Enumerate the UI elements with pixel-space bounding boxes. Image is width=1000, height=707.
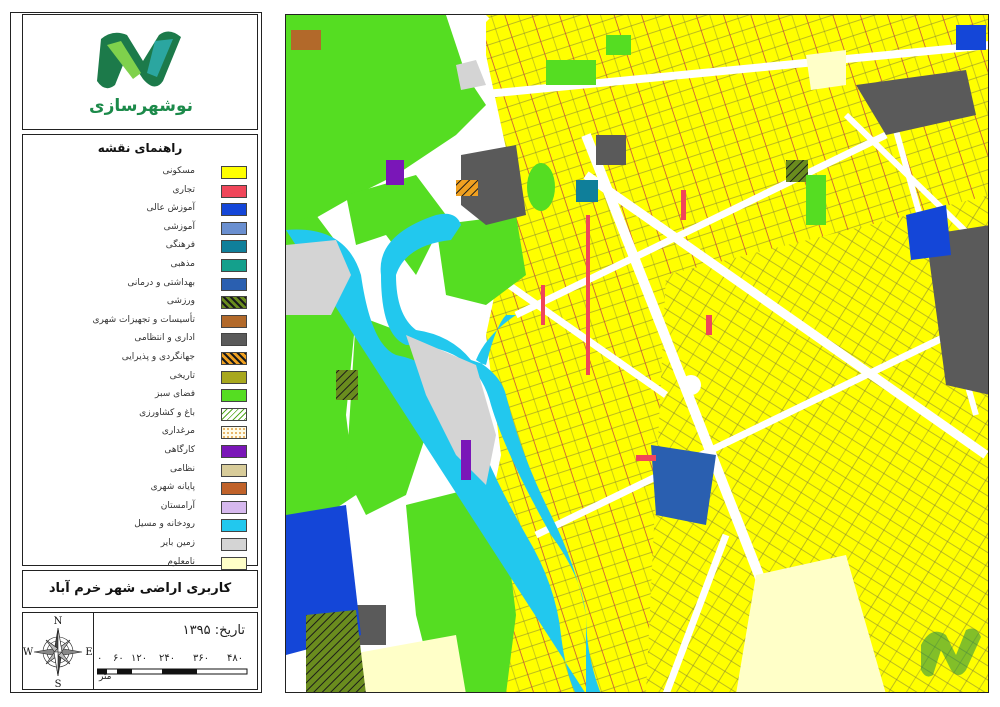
legend-item: باغ و کشاورزی (23, 405, 257, 424)
legend-swatch (221, 296, 247, 310)
map-canvas[interactable] (286, 15, 989, 693)
scale-unit: متر (99, 672, 112, 682)
logo-panel: نوشهرسازی (22, 14, 258, 130)
legend-item: پایانه شهری (23, 479, 257, 498)
legend-label: مذهبی (170, 259, 195, 269)
legend-item: مسکونی (23, 163, 257, 182)
legend-label: باغ و کشاورزی (139, 407, 195, 418)
legend-label: تاریخی (169, 370, 195, 381)
legend-item: ورزشی (23, 293, 257, 312)
legend-swatch (221, 445, 247, 458)
compass-west-label: W (23, 647, 34, 658)
map-info-panel: N S E W تاریخ: ۱۳۹۵ ۰ ۶۰ ۱۲۰ ۲۴۰ ۳۶۰ ۴۸۰… (22, 612, 258, 690)
legend-swatch (221, 538, 247, 551)
sports-field (306, 610, 366, 692)
legend-label: بهداشتی و درمانی (127, 277, 195, 288)
legend-item: کارگاهی (23, 442, 257, 461)
legend-swatch (221, 556, 247, 570)
legend-label: فضای سبز (155, 389, 195, 400)
legend-swatch (221, 333, 247, 347)
roundabout (681, 375, 701, 395)
cultural-site (576, 180, 598, 202)
compass-south-label: S (55, 679, 62, 689)
legend-item: بهداشتی و درمانی (23, 275, 257, 294)
legend-swatch (221, 500, 247, 514)
legend-swatch (221, 314, 247, 328)
legend-label: کارگاهی (164, 445, 195, 455)
legend-item: فرهنگی (23, 237, 257, 256)
legend-swatch (221, 203, 247, 217)
legend-label: جهانگردی و پذیرایی (121, 352, 195, 362)
legend-item: تأسیسات و تجهیزات شهری (23, 312, 257, 331)
legend-label: فرهنگی (165, 240, 195, 251)
legend-item: رودخانه و مسیل (23, 516, 257, 535)
legend-item: آموزشی (23, 219, 257, 238)
scale-tick-label: ۱۲۰ (131, 653, 148, 664)
legend-label: ورزشی (166, 296, 195, 307)
scale-bar (97, 668, 248, 675)
scale-tick-label: ۶۰ (113, 653, 124, 664)
legend-swatch (221, 240, 247, 254)
legend-label: مسکونی (162, 166, 195, 176)
legend-swatch (221, 519, 247, 533)
legend-swatch (221, 482, 247, 496)
legend-label: تأسیسات و تجهیزات شهری (92, 314, 196, 325)
legend-label: اداری و انتظامی (134, 333, 195, 344)
legend-item: مذهبی (23, 256, 257, 275)
scale-tick-label: ۲۴۰ (159, 653, 176, 664)
legend-swatch (221, 166, 247, 179)
scale-tick-label: ۳۶۰ (193, 653, 210, 664)
legend-item: جهانگردی و پذیرایی (23, 349, 257, 368)
legend-swatch (221, 259, 247, 272)
compass-rose: N S E W (23, 613, 94, 690)
compass-north-label: N (54, 616, 63, 627)
legend-panel: راهنمای نقشه مسکونی تجاری آموزش عالی آموزشی… (22, 134, 258, 570)
legend-swatch (221, 463, 247, 477)
legend-swatch (221, 352, 247, 365)
legend-item: تجاری (23, 182, 257, 201)
roundabout-park (527, 163, 555, 211)
legend-label: زمین بایر (160, 538, 195, 548)
legend-swatch (221, 389, 247, 403)
legend-swatch (221, 426, 247, 440)
logo-text: نوشهرسازی (89, 96, 193, 116)
compass-east-label: E (85, 647, 92, 658)
legend-label: آموزشی (163, 221, 195, 232)
legend-swatch (221, 221, 247, 235)
map-title-panel: کاربری اراضی شهر خرم آباد (22, 570, 258, 608)
legend-label: نامعلوم (167, 556, 195, 567)
map-date: تاریخ: ۱۳۹۵ (182, 623, 245, 638)
legend-label: آموزش عالی (146, 203, 195, 214)
legend-label: آرامستان (160, 500, 195, 511)
legend-label: تجاری (172, 184, 195, 195)
scale-tick-label: ۴۸۰ (227, 653, 244, 664)
legend-label: نظامی (170, 463, 195, 474)
legend-item: تاریخی (23, 368, 257, 387)
legend-item: فضای سبز (23, 386, 257, 405)
legend-item: زمین بایر (23, 535, 257, 554)
legend-item: آموزش عالی (23, 200, 257, 219)
map-title: کاربری اراضی شهر خرم آباد (48, 581, 232, 596)
legend-label: رودخانه و مسیل (134, 519, 195, 530)
legend-item: آرامستان (23, 498, 257, 517)
workshop-site (386, 160, 404, 185)
legend-swatch (221, 407, 247, 421)
legend-item: نظامی (23, 461, 257, 480)
health-center (651, 445, 716, 525)
legend-label: مرغداری (161, 426, 195, 437)
legend-swatch (221, 184, 247, 198)
scale-tick-label: ۰ (97, 653, 103, 664)
legend-item: اداری و انتظامی (23, 330, 257, 349)
legend-swatch (221, 277, 247, 291)
compass-icon: N S E W (23, 616, 93, 690)
land-use-map[interactable] (285, 14, 989, 693)
legend-label: پایانه شهری (150, 482, 195, 493)
legend-title: راهنمای نقشه (97, 141, 183, 155)
legend-swatch (221, 370, 247, 384)
legend-item: مرغداری (23, 423, 257, 442)
logo-icon: نوشهرسازی (89, 31, 193, 116)
